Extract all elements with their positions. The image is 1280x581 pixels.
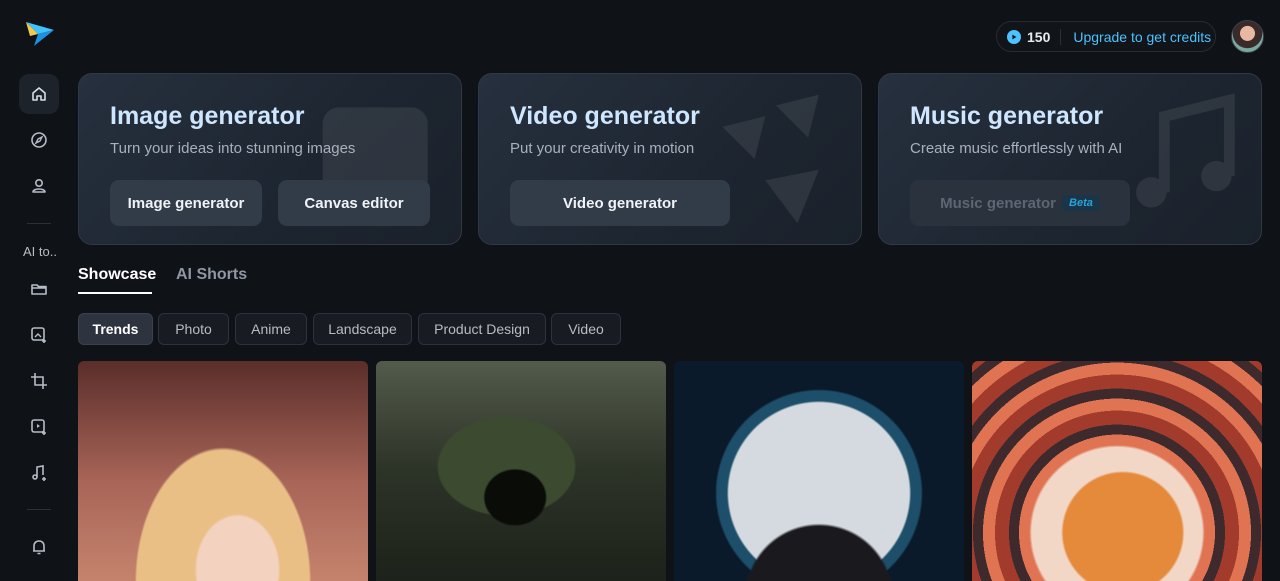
credits-pill[interactable]: 150 Upgrade to get credits (996, 21, 1216, 52)
music-sparkle-icon (32, 465, 46, 481)
filter-landscape[interactable]: Landscape (313, 313, 412, 345)
card-subtitle: Turn your ideas into stunning images (110, 140, 356, 157)
sidebar-item-music-tool[interactable] (19, 453, 59, 493)
tab-ai-shorts[interactable]: AI Shorts (176, 266, 247, 284)
sidebar-item-explore[interactable] (19, 120, 59, 160)
card-subtitle: Put your creativity in motion (510, 140, 695, 157)
sidebar: AI to.. (0, 0, 78, 581)
avatar[interactable] (1231, 20, 1264, 53)
music-generator-button[interactable]: Music generator Beta (910, 180, 1130, 226)
filter-product-design[interactable]: Product Design (418, 313, 546, 345)
video-generator-card: Video generator Put your creativity in m… (478, 73, 862, 245)
sidebar-divider (27, 509, 51, 510)
card-subtitle: Create music effortlessly with AI (910, 140, 1123, 157)
filter-photo[interactable]: Photo (158, 313, 229, 345)
music-generator-button-label: Music generator (940, 194, 1057, 212)
sidebar-item-canvas[interactable] (19, 361, 59, 401)
sidebar-divider (27, 223, 51, 224)
gallery-item[interactable] (78, 361, 368, 581)
card-title: Music generator (910, 102, 1104, 130)
video-sparkle-icon (31, 419, 46, 435)
beta-badge: Beta (1062, 195, 1100, 211)
tab-showcase[interactable]: Showcase (78, 266, 156, 284)
canvas-editor-button[interactable]: Canvas editor (278, 180, 430, 226)
image-generator-card: Image generator Turn your ideas into stu… (78, 73, 462, 245)
sidebar-item-assets[interactable] (19, 269, 59, 309)
user-icon (32, 178, 46, 193)
gallery-item[interactable] (674, 361, 964, 581)
gallery-item[interactable] (972, 361, 1262, 581)
home-icon (32, 87, 46, 101)
gallery-item[interactable] (376, 361, 666, 581)
ai-tools-label: AI to.. (23, 244, 57, 259)
sidebar-item-image-tool[interactable] (19, 315, 59, 355)
app-logo[interactable] (24, 18, 56, 48)
card-title: Video generator (510, 102, 700, 130)
image-generator-button[interactable]: Image generator (110, 180, 262, 226)
credit-separator (1060, 28, 1062, 45)
sidebar-item-profile[interactable] (19, 166, 59, 206)
crop-icon (31, 373, 47, 389)
music-deco-icon (1136, 93, 1235, 208)
upgrade-link[interactable]: Upgrade to get credits (1073, 29, 1211, 45)
compass-icon (31, 132, 47, 148)
sidebar-item-notifications[interactable] (19, 527, 59, 567)
credit-count: 150 (1027, 28, 1051, 45)
filter-trends[interactable]: Trends (78, 313, 153, 345)
folder-icon (31, 284, 47, 295)
card-title: Image generator (110, 102, 305, 130)
filter-anime[interactable]: Anime (235, 313, 307, 345)
sidebar-item-video-tool[interactable] (19, 407, 59, 447)
filter-video[interactable]: Video (551, 313, 621, 345)
image-sparkle-icon (31, 327, 46, 343)
credit-coin-icon (1007, 29, 1021, 44)
music-generator-card: Music generator Create music effortlessl… (878, 73, 1262, 245)
bell-icon (33, 540, 45, 555)
sidebar-item-home[interactable] (19, 74, 59, 114)
video-generator-button[interactable]: Video generator (510, 180, 730, 226)
tab-active-indicator (78, 292, 152, 294)
